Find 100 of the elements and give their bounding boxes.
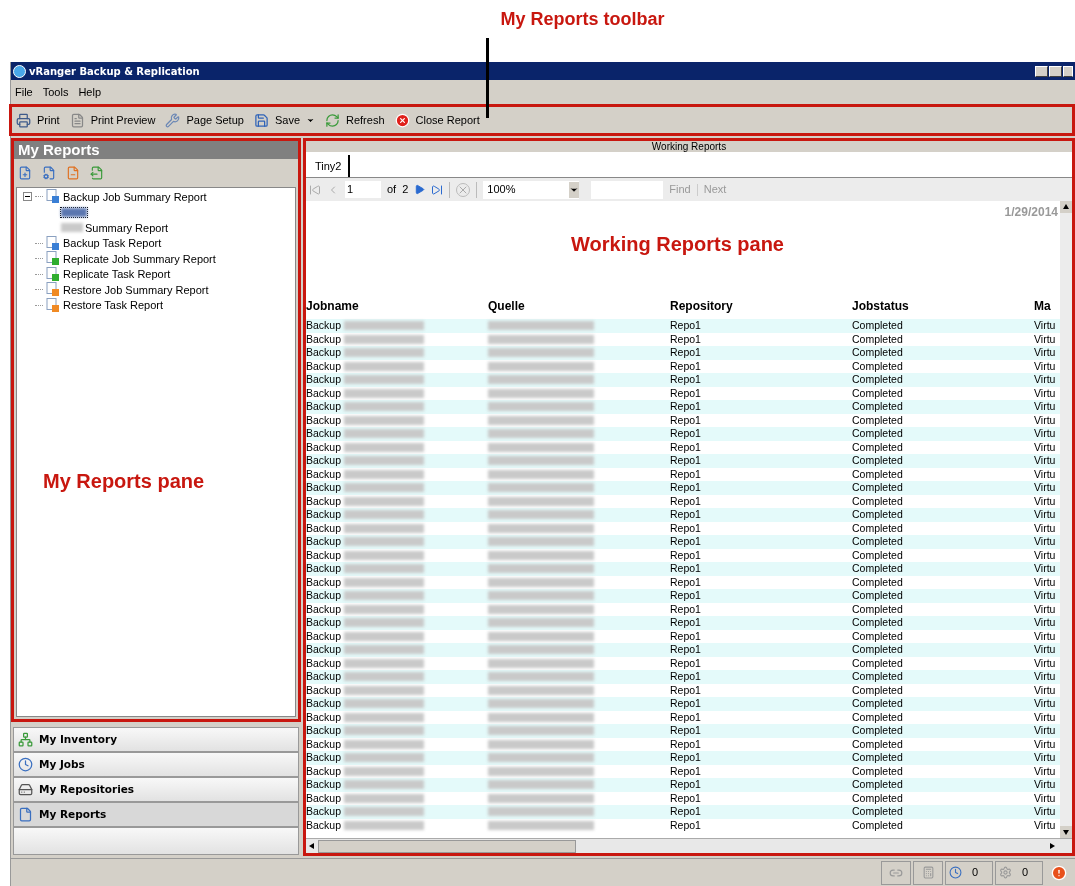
table-cell: Virtu	[1034, 319, 1056, 333]
tree-item[interactable]: Backup Job Summary Report	[63, 188, 207, 205]
table-cell: Backup	[306, 737, 342, 751]
table-cell-text: Completed	[852, 508, 904, 522]
tree-item[interactable]: Summary Report	[61, 219, 169, 236]
table-cell-text: Repo1	[670, 535, 702, 549]
column-header: Ma	[1034, 298, 1052, 315]
table-cell-text: Repo1	[670, 319, 702, 333]
column-header: Repository	[670, 298, 734, 315]
toolbar-button[interactable]: Refresh	[324, 111, 386, 129]
tree-item[interactable]: Replicate Task Report	[63, 266, 171, 283]
table-cell: Backup	[306, 562, 342, 576]
column-header: Quelle	[488, 298, 526, 315]
table-cell-text: Repo1	[670, 737, 702, 751]
table-cell-text: Completed	[852, 656, 904, 670]
callout-label: My Reports toolbar	[500, 8, 665, 31]
table-cell-text: Repo1	[670, 670, 702, 684]
tree-item[interactable]: Restore Job Summary Report	[63, 281, 209, 298]
table-cell-text: Repo1	[670, 454, 702, 468]
toolbar-button[interactable]: Page Setup	[164, 111, 245, 129]
zoom-dropdown[interactable]: 100%	[483, 180, 580, 199]
nav-button[interactable]: My Jobs	[13, 752, 299, 777]
table-cell: Backup	[306, 724, 342, 738]
table-cell: Backup	[306, 494, 342, 508]
menu-item[interactable]: File	[15, 83, 33, 101]
table-cell: Virtu	[1034, 427, 1056, 441]
minimize-button[interactable]	[1035, 65, 1048, 77]
table-cell: Virtu	[1034, 562, 1056, 576]
table-cell-text: Repo1	[670, 427, 702, 441]
table-cell-text: Repo1	[670, 400, 702, 414]
close-button[interactable]	[1063, 65, 1073, 77]
tree-item[interactable]	[61, 207, 87, 217]
table-cell: Virtu	[1034, 616, 1056, 630]
tree-item[interactable]: Replicate Job Summary Report	[63, 250, 216, 267]
table-cell: Virtu	[1034, 670, 1056, 684]
table-cell-text: Repo1	[670, 778, 702, 792]
table-cell-text: Completed	[852, 440, 904, 454]
table-cell-text: Repo1	[670, 643, 702, 657]
collapse-toggle-icon[interactable]	[23, 192, 32, 202]
callout-label: Working Reports pane	[571, 232, 784, 257]
table-cell: Backup	[306, 332, 342, 346]
next-page-icon[interactable]	[414, 184, 426, 195]
table-cell-text: Completed	[852, 737, 904, 751]
table-cell-text: Completed	[852, 805, 904, 819]
table-cell-text: Completed	[852, 346, 904, 360]
page-field[interactable]: 1	[345, 181, 381, 198]
scrollbar-thumb[interactable]	[318, 839, 576, 853]
table-cell-text: Repo1	[670, 751, 702, 765]
page-total: 2	[402, 182, 409, 198]
table-cell: Virtu	[1034, 764, 1056, 778]
toolbar-button[interactable]: Close Report	[393, 111, 481, 129]
add-report-icon[interactable]	[18, 166, 32, 180]
table-cell: Backup	[306, 521, 342, 535]
menu-item[interactable]: Tools	[42, 83, 69, 101]
menu-item[interactable]: Help	[78, 83, 102, 101]
table-cell-text: Completed	[852, 602, 904, 616]
scroll-up-icon[interactable]	[1062, 203, 1070, 211]
scroll-right-icon[interactable]	[1048, 842, 1056, 850]
maximize-button[interactable]	[1049, 65, 1062, 77]
table-cell-text: Repo1	[670, 805, 702, 819]
drive-icon	[18, 782, 33, 797]
table-cell-text: Completed	[852, 319, 904, 333]
table-cell: Virtu	[1034, 737, 1056, 751]
table-cell-text: Repo1	[670, 346, 702, 360]
scroll-left-icon[interactable]	[308, 842, 316, 850]
table-cell: Backup	[306, 319, 342, 333]
clock-icon	[949, 866, 962, 879]
toolbar-button[interactable]: Save	[252, 111, 316, 129]
table-cell: Virtu	[1034, 508, 1056, 522]
nav-button[interactable]: My Reports	[13, 802, 299, 827]
table-cell-text: Repo1	[670, 359, 702, 373]
table-cell-text: Completed	[852, 535, 904, 549]
table-cell: Virtu	[1034, 805, 1056, 819]
nav-button[interactable]: My Inventory	[13, 727, 299, 752]
window-title: vRanger Backup & Replication	[29, 64, 200, 79]
scroll-down-icon[interactable]	[1062, 828, 1070, 836]
calculator-icon	[921, 866, 935, 879]
table-cell: Backup	[306, 508, 342, 522]
table-cell-text: Completed	[852, 764, 904, 778]
table-cell: Virtu	[1034, 778, 1056, 792]
status-cell: 0	[995, 860, 1043, 885]
table-cell: Virtu	[1034, 332, 1056, 346]
table-cell-text: Completed	[852, 400, 904, 414]
tree-item[interactable]: Restore Task Report	[63, 297, 164, 314]
table-cell: Virtu	[1034, 386, 1056, 400]
table-cell-text: Completed	[852, 467, 904, 481]
table-cell: Backup	[306, 575, 342, 589]
toolbar-button[interactable]: Print	[15, 111, 61, 129]
last-page-icon[interactable]	[431, 183, 444, 196]
callout-label: My Reports pane	[43, 469, 205, 494]
report-settings-icon[interactable]	[42, 166, 56, 180]
tree-item[interactable]: Backup Task Report	[63, 235, 162, 252]
wrench-icon	[165, 112, 181, 128]
table-cell: Virtu	[1034, 724, 1056, 738]
toolbar-button[interactable]: Print Preview	[68, 111, 157, 129]
table-cell-text: Completed	[852, 332, 904, 346]
nav-button[interactable]: My Repositories	[13, 777, 299, 802]
table-cell-text: Repo1	[670, 386, 702, 400]
table-cell: Virtu	[1034, 629, 1056, 643]
run-report-icon[interactable]	[90, 166, 104, 180]
